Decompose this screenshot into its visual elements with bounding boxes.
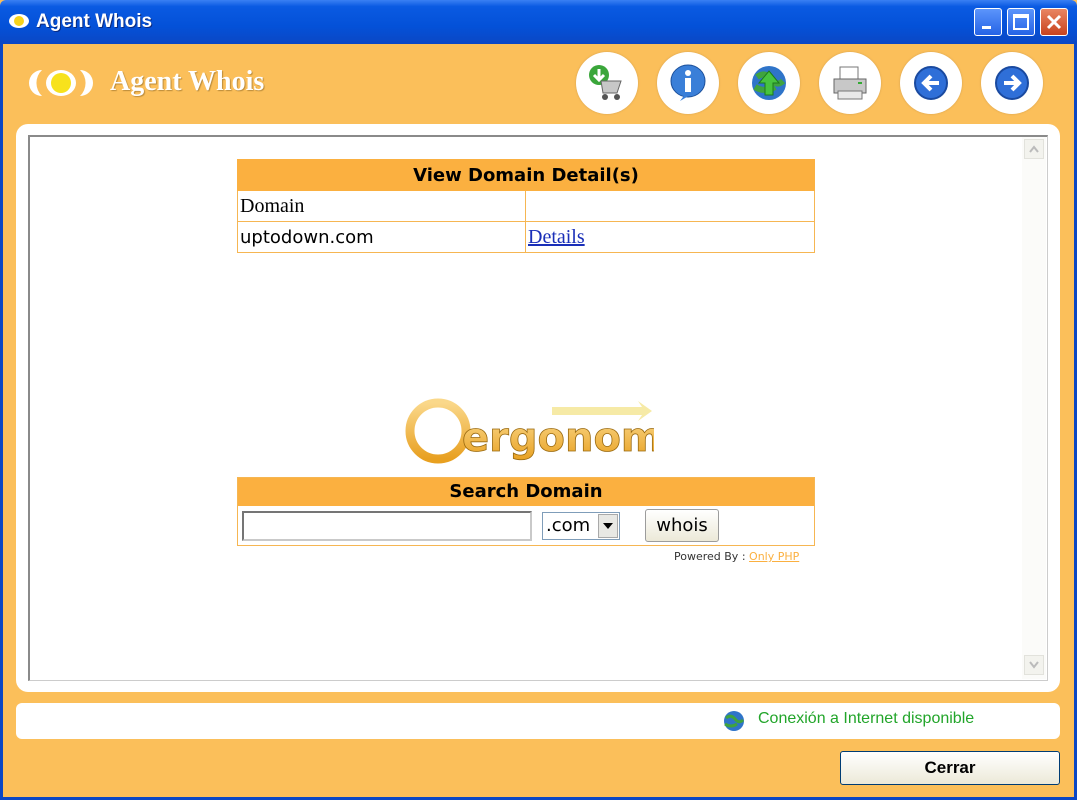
- close-dialog-button[interactable]: Cerrar: [840, 751, 1060, 785]
- info-icon: [670, 64, 706, 101]
- connection-status-text: Conexión a Internet disponible: [758, 710, 975, 727]
- agent-whois-logo-icon: [29, 70, 93, 96]
- globe-upload-icon: [752, 66, 786, 100]
- close-icon: [1046, 14, 1062, 30]
- forward-arrow-icon: [995, 66, 1029, 100]
- maximize-icon: [1013, 14, 1029, 30]
- close-window-button[interactable]: [1040, 8, 1068, 36]
- chevron-down-icon: [1029, 661, 1039, 669]
- window-title: Agent Whois: [36, 11, 153, 32]
- maximize-button[interactable]: [1007, 8, 1035, 36]
- search-domain-panel: Search Domain .com whois: [237, 477, 815, 546]
- info-button[interactable]: [657, 52, 719, 114]
- powered-by-label: Powered By :: [674, 550, 746, 563]
- powered-by: Powered By : Only PHP: [674, 550, 799, 563]
- tld-select[interactable]: .com: [542, 512, 620, 540]
- app-logo-icon: [9, 14, 29, 28]
- chevron-up-icon: [1029, 145, 1039, 153]
- table-row: uptodown.com Details: [237, 221, 815, 253]
- vertical-scrollbar[interactable]: [1022, 137, 1046, 679]
- whois-button[interactable]: whois: [645, 509, 719, 542]
- update-cart-icon: [589, 65, 622, 100]
- details-link[interactable]: Details: [528, 226, 585, 248]
- chevron-down-icon: [603, 523, 613, 529]
- empty-header-cell: [525, 190, 815, 222]
- domain-table-title: View Domain Detail(s): [237, 159, 815, 191]
- ergonomy-logo-text: ergonomy: [462, 415, 654, 461]
- internet-globe-icon: [724, 711, 745, 731]
- scroll-up-button[interactable]: [1024, 139, 1044, 159]
- ergonomy-logo: ergonomy: [405, 398, 654, 464]
- tld-selected-value: .com: [546, 515, 591, 536]
- minimize-icon: [982, 26, 991, 29]
- domain-column-header: Domain: [237, 190, 526, 222]
- domain-details-table: View Domain Detail(s) Domain uptodown.co…: [237, 159, 815, 253]
- only-php-link[interactable]: Only PHP: [749, 550, 799, 563]
- upload-button[interactable]: [738, 52, 800, 114]
- update-button[interactable]: [576, 52, 638, 114]
- back-button[interactable]: [900, 52, 962, 114]
- printer-icon: [833, 66, 867, 100]
- domain-search-input[interactable]: [242, 511, 532, 541]
- search-domain-title: Search Domain: [238, 478, 814, 506]
- tld-dropdown-button[interactable]: [598, 514, 618, 538]
- scroll-down-button[interactable]: [1024, 655, 1044, 675]
- forward-button[interactable]: [981, 52, 1043, 114]
- domain-name-cell: uptodown.com: [237, 221, 526, 253]
- title-bar: Agent Whois: [0, 0, 1077, 44]
- minimize-button[interactable]: [974, 8, 1002, 36]
- app-header-title: Agent Whois: [110, 66, 265, 97]
- print-button[interactable]: [819, 52, 881, 114]
- back-arrow-icon: [914, 66, 948, 100]
